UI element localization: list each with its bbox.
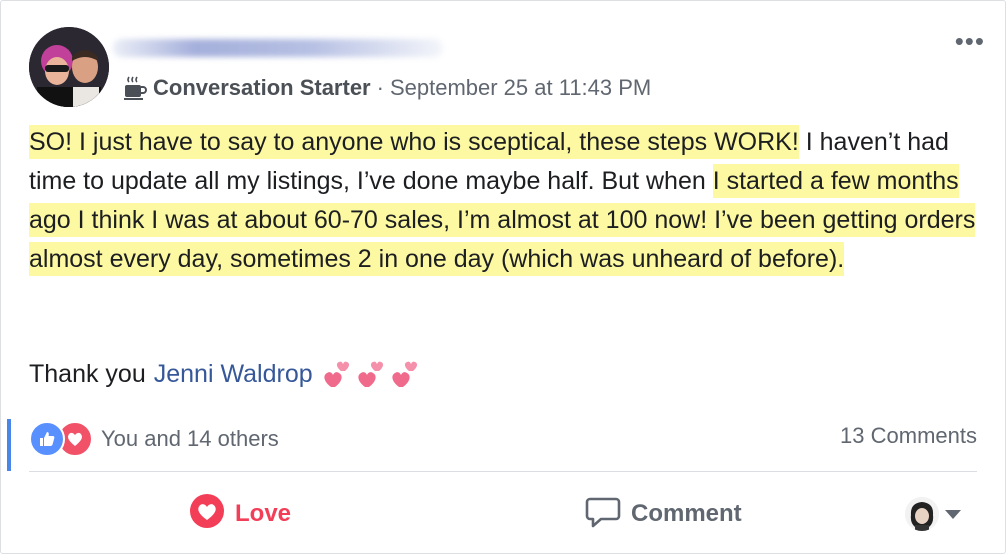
heart-icon <box>189 493 225 536</box>
author-name-redacted <box>113 39 443 57</box>
love-button[interactable]: Love <box>189 493 291 536</box>
more-options-icon[interactable]: ••• <box>955 28 985 54</box>
thanks-line: Thank you Jenni Waldrop <box>29 357 423 391</box>
badge-label[interactable]: Conversation Starter <box>153 75 371 101</box>
author-avatar[interactable] <box>29 27 109 107</box>
divider <box>29 471 977 472</box>
thanks-text: Thank you <box>29 359 146 388</box>
post-body: SO! I just have to say to anyone who is … <box>29 123 989 279</box>
speech-bubble-icon <box>585 493 621 536</box>
comment-button[interactable]: Comment <box>585 493 742 536</box>
coffee-cup-icon <box>123 75 147 101</box>
reaction-icons <box>29 421 93 457</box>
post-card: ••• Conversation Starter · September 25 … <box>0 0 1006 554</box>
mention-link[interactable]: Jenni Waldrop <box>154 360 313 389</box>
highlighted-text: SO! I just have to say to anyone who is … <box>29 125 799 159</box>
caret-down-icon <box>945 509 961 519</box>
post-meta: Conversation Starter · September 25 at 1… <box>123 75 651 101</box>
viewer-selector[interactable] <box>905 497 961 531</box>
two-hearts-emoji <box>321 357 423 391</box>
comment-label: Comment <box>631 500 742 527</box>
reactions-summary-text[interactable]: You and 14 others <box>101 426 279 452</box>
post-timestamp[interactable]: September 25 at 11:43 PM <box>390 75 651 101</box>
viewer-avatar <box>905 497 939 531</box>
love-label: Love <box>235 500 292 527</box>
meta-separator: · <box>376 75 384 100</box>
thumbs-up-icon <box>29 421 65 457</box>
comments-count[interactable]: 13 Comments <box>840 423 977 449</box>
action-bar: Love Comment <box>29 485 977 543</box>
reactions-summary[interactable]: You and 14 others <box>29 421 279 457</box>
reaction-accent-bar <box>7 419 11 471</box>
